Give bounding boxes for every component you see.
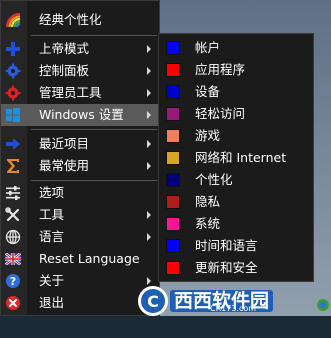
admin-gear-icon xyxy=(5,85,21,101)
chevron-right-icon xyxy=(147,162,151,170)
submenu-item-label: 时间和语言 xyxy=(195,238,258,253)
watermark-logo-icon: C xyxy=(138,286,168,316)
submenu-item-gaming[interactable]: 游戏 xyxy=(159,125,313,147)
context-menu: 经典个性化 上帝模式 控制面板 管理员工具 Windows 设置 最近项目 最常… xyxy=(0,0,160,316)
menu-item-windows-settings[interactable]: Windows 设置 xyxy=(1,104,159,126)
chevron-right-icon xyxy=(147,67,151,75)
submenu-item-label: 个性化 xyxy=(195,172,233,187)
square-icon xyxy=(166,63,180,77)
chevron-right-icon xyxy=(147,89,151,97)
submenu-item-ease-of-access[interactable]: 轻松访问 xyxy=(159,103,313,125)
submenu-item-label: 网络和 Internet xyxy=(195,150,287,165)
submenu-item-accounts[interactable]: 帐户 xyxy=(159,37,313,59)
menu-item-label: 工具 xyxy=(39,207,65,222)
rainbow-icon xyxy=(5,12,21,28)
arrow-right-icon xyxy=(5,136,21,152)
submenu-item-label: 更新和安全 xyxy=(195,260,258,275)
sliders-icon xyxy=(5,185,21,201)
menu-item-label: 关于 xyxy=(39,273,65,288)
menu-separator xyxy=(31,180,157,181)
square-icon xyxy=(166,217,180,231)
menu-item-label: Windows 设置 xyxy=(39,107,124,122)
chevron-right-icon xyxy=(147,211,151,219)
square-icon xyxy=(166,41,180,55)
menu-item-label: 退出 xyxy=(39,295,65,310)
submenu-item-privacy[interactable]: 隐私 xyxy=(159,191,313,213)
menu-item-options[interactable]: 选项 xyxy=(1,182,159,204)
menu-item-recent-items[interactable]: 最近项目 xyxy=(1,133,159,155)
submenu-item-devices[interactable]: 设备 xyxy=(159,81,313,103)
menu-item-god-mode[interactable]: 上帝模式 xyxy=(1,38,159,60)
submenu-item-label: 设备 xyxy=(195,84,221,99)
menu-item-reset-language[interactable]: Reset Language xyxy=(1,248,159,270)
menu-item-admin-tools[interactable]: 管理员工具 xyxy=(1,82,159,104)
menu-item-label: 管理员工具 xyxy=(39,85,102,100)
plus-icon xyxy=(5,41,21,57)
submenu-item-time-language[interactable]: 时间和语言 xyxy=(159,235,313,257)
windows-settings-submenu: 帐户 应用程序 设备 轻松访问 游戏 网络和 Internet 个性化 隐私 系… xyxy=(158,33,314,282)
submenu-item-system[interactable]: 系统 xyxy=(159,213,313,235)
submenu-item-update-security[interactable]: 更新和安全 xyxy=(159,257,313,279)
submenu-item-network[interactable]: 网络和 Internet xyxy=(159,147,313,169)
svg-text:?: ? xyxy=(10,275,16,288)
menu-item-label: 最常使用 xyxy=(39,158,90,173)
menu-item-most-used[interactable]: 最常使用 xyxy=(1,155,159,177)
menu-item-tools[interactable]: 工具 xyxy=(1,204,159,226)
menu-item-label: 控制面板 xyxy=(39,63,90,78)
menu-item-control-panel[interactable]: 控制面板 xyxy=(1,60,159,82)
submenu-item-apps[interactable]: 应用程序 xyxy=(159,59,313,81)
menu-item-classic-personalization[interactable]: 经典个性化 xyxy=(1,9,159,31)
tray-icon[interactable] xyxy=(316,298,330,312)
square-icon xyxy=(166,129,180,143)
submenu-item-label: 帐户 xyxy=(195,40,221,55)
close-icon xyxy=(5,295,21,311)
submenu-item-personalization[interactable]: 个性化 xyxy=(159,169,313,191)
help-icon: ? xyxy=(5,273,21,289)
watermark-subtext: CR173.com xyxy=(210,304,257,313)
square-icon xyxy=(166,173,180,187)
chevron-right-icon xyxy=(147,45,151,53)
menu-item-label: 上帝模式 xyxy=(39,41,90,56)
submenu-item-label: 游戏 xyxy=(195,128,221,143)
submenu-item-label: 系统 xyxy=(195,216,221,231)
square-icon xyxy=(166,85,180,99)
menu-item-label: 语言 xyxy=(39,229,65,244)
square-icon xyxy=(166,151,180,165)
menu-item-label: 最近项目 xyxy=(39,136,90,151)
chevron-right-icon xyxy=(147,111,151,119)
submenu-item-label: 轻松访问 xyxy=(195,106,246,121)
menu-item-language[interactable]: 语言 xyxy=(1,226,159,248)
menu-item-exit[interactable]: 退出 xyxy=(1,292,159,314)
sigma-icon xyxy=(5,158,21,174)
menu-separator xyxy=(31,129,157,130)
globe-icon xyxy=(5,229,21,245)
tools-icon xyxy=(5,207,21,223)
square-icon xyxy=(166,195,180,209)
windows-icon xyxy=(5,107,21,123)
menu-item-label: Reset Language xyxy=(39,251,140,266)
uk-flag-icon xyxy=(5,251,21,267)
chevron-right-icon xyxy=(147,140,151,148)
square-icon xyxy=(166,107,180,121)
square-icon xyxy=(166,239,180,253)
menu-item-about[interactable]: ? 关于 xyxy=(1,270,159,292)
menu-separator xyxy=(31,35,157,36)
chevron-right-icon xyxy=(147,233,151,241)
square-icon xyxy=(166,261,180,275)
menu-item-label: 选项 xyxy=(39,185,65,200)
submenu-item-label: 应用程序 xyxy=(195,62,246,77)
submenu-item-label: 隐私 xyxy=(195,194,221,209)
watermark-logo: C 西西软件园 CR173.com xyxy=(138,283,314,319)
taskbar xyxy=(0,316,331,338)
menu-item-label: 经典个性化 xyxy=(39,12,102,27)
gear-icon xyxy=(5,63,21,79)
